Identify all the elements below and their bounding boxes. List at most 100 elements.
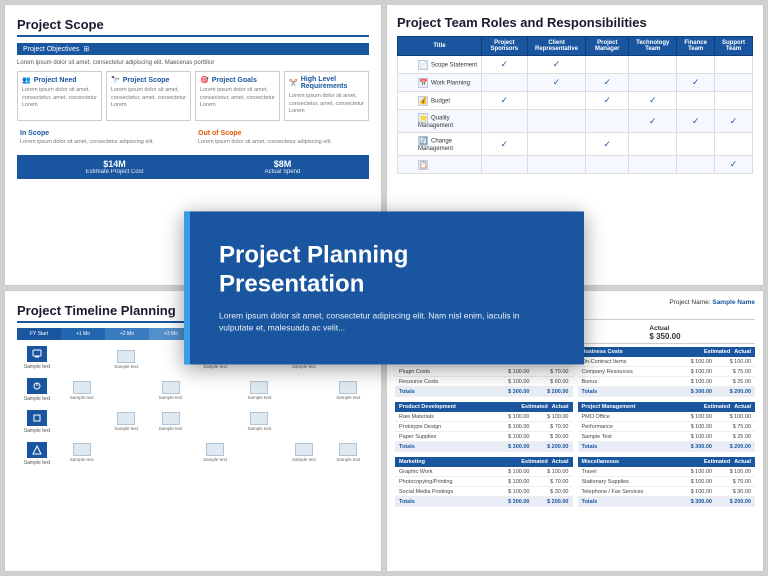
tl-icon-3	[27, 410, 47, 426]
budget-row-2-3: Totals$ 300.00$ 200.00	[395, 442, 573, 452]
tl-cell-1-0: Sample text	[61, 377, 102, 405]
col-tech-team: Technology Team	[629, 37, 677, 56]
tl-cell-0-1: Sample text	[105, 346, 146, 374]
budget-row-2-1: Prototype Design$ 100.00$ 70.00	[395, 422, 573, 432]
roles-cell-2-4	[677, 92, 715, 110]
budget-row-4-1: Photocopying/Printing$ 100.00$ 70.00	[395, 477, 573, 487]
roles-cell-4-3	[629, 133, 677, 156]
tl-cell-1-5	[283, 377, 324, 405]
roles-row-title-1: 📅Work Planning	[398, 74, 482, 92]
roles-cell-1-4: ✓	[677, 74, 715, 92]
roles-cell-5-2	[586, 156, 629, 174]
tl-cell-2-2: Sample text	[150, 408, 191, 436]
budget-section-5: MiscellaneousEstimatedActualTravel$ 100.…	[578, 457, 756, 507]
roles-row-title-3: ⭐Quality Management	[398, 110, 482, 133]
slide1-description: Lorem ipsum dolor sit amet, consectetur …	[17, 60, 369, 66]
roles-cell-0-5	[714, 56, 752, 74]
budget-row-1-2: Bonus$ 100.00$ 25.00	[578, 377, 756, 387]
scope-box-requirements: ✂️ High Level Requirements Lorem ipsum d…	[284, 71, 369, 121]
overlay-title: Project Planning Presentation	[219, 241, 549, 299]
col-title: Title	[398, 37, 482, 56]
goals-icon: 🎯	[200, 76, 209, 84]
tl-cell-1-2: Sample text	[150, 377, 191, 405]
roles-cell-4-2: ✓	[586, 133, 629, 156]
tl-item-4: Sample text	[17, 442, 57, 466]
tl-icon-4	[27, 442, 47, 458]
roles-cell-5-5: ✓	[714, 156, 752, 174]
roles-row-title-4: 🔄Change Management	[398, 133, 482, 156]
budget-row-1-3: Totals$ 300.00$ 200.00	[578, 387, 756, 397]
tl-icon-2	[27, 378, 47, 394]
budget-row-4-3: Totals$ 300.00$ 200.00	[395, 497, 573, 507]
roles-cell-2-3: ✓	[629, 92, 677, 110]
tl-cell-3-0: Sample text	[61, 438, 102, 466]
tl-cell-3-3: Sample text	[194, 438, 235, 466]
roles-cell-1-1: ✓	[527, 74, 586, 92]
actual-spend: $8M Actual Spend	[265, 159, 301, 175]
budget-row-5-1: Stationary Supplies$ 100.00$ 70.00	[578, 477, 756, 487]
budget-section-2: Product DevelopmentEstimatedActualRaw Ma…	[395, 402, 573, 452]
roles-cell-1-2: ✓	[586, 74, 629, 92]
slide1-tab-bar: Project Objectives ⊞	[17, 43, 369, 55]
tl-cell-2-6	[328, 408, 369, 436]
tl-cell-2-3	[194, 408, 235, 436]
tl-icon-1	[27, 346, 47, 362]
col-project-mgr: Project Manager	[586, 37, 629, 56]
budget-row-2-2: Paper Supplies$ 100.00$ 30.00	[395, 432, 573, 442]
tl-cell-2-0	[61, 408, 102, 436]
roles-cell-3-2	[586, 110, 629, 133]
tl-cell-1-1	[105, 377, 146, 405]
roles-cell-2-0: ✓	[481, 92, 527, 110]
phase-2: +2 Mo	[105, 328, 149, 340]
tl-cell-2-1: Sample text	[105, 408, 146, 436]
tl-cell-3-5: Sample text	[283, 438, 324, 466]
budget-row-2-0: Raw Materials$ 100.00$ 100.00	[395, 412, 573, 422]
roles-cell-4-0: ✓	[481, 133, 527, 156]
budget-section-header-3: Project ManagementEstimatedActual	[578, 402, 756, 412]
col-sponsors: Project Sponsors	[481, 37, 527, 56]
roles-cell-5-4	[677, 156, 715, 174]
budget-row-3-1: Performance$ 100.00$ 75.00	[578, 422, 756, 432]
roles-cell-0-1: ✓	[527, 56, 586, 74]
budget-row-1-1: Company Resources$ 100.00$ 75.00	[578, 367, 756, 377]
roles-cell-3-1	[527, 110, 586, 133]
overlay-left-bar	[184, 211, 190, 364]
tl-cell-3-4	[239, 438, 280, 466]
budget-row-4-0: Graphic Work$ 100.00$ 100.00	[395, 467, 573, 477]
cost-bar: $14M Estimate Project Cost $8M Actual Sp…	[17, 155, 369, 179]
budget-section-header-2: Product DevelopmentEstimatedActual	[395, 402, 573, 412]
scope-boxes-row: 👥 Project Need Lorem ipsum dolor sit ame…	[17, 71, 369, 121]
roles-cell-5-1	[527, 156, 586, 174]
need-icon: 👥	[22, 76, 31, 84]
tl-cell-3-6: Sample text	[328, 438, 369, 466]
tl-cell-1-4: Sample text	[239, 377, 280, 405]
tl-item-1: Sample text	[17, 346, 57, 370]
tl-cell-2-5	[283, 408, 324, 436]
actual-header: Actual $ 350.00	[649, 325, 680, 341]
tl-cell-1-6: Sample text	[328, 377, 369, 405]
budget-section-header-4: MarketingEstimatedActual	[395, 457, 573, 467]
col-support: Support Team	[714, 37, 752, 56]
tab-icon: ⊞	[83, 45, 89, 53]
roles-cell-5-0	[481, 156, 527, 174]
overlay-description: Lorem ipsum dolor sit amet, consectetur …	[219, 309, 549, 335]
in-scope: In Scope Lorem ipsum dolor sit amet, con…	[17, 127, 191, 150]
budget-row-3-0: PMO Office$ 100.00$ 100.00	[578, 412, 756, 422]
budget-row-4-2: Social Media Postings$ 100.00$ 30.00	[395, 487, 573, 497]
roles-cell-0-3	[629, 56, 677, 74]
budget-row-5-3: Totals$ 300.00$ 200.00	[578, 497, 756, 507]
roles-cell-4-1	[527, 133, 586, 156]
roles-cell-3-0	[481, 110, 527, 133]
roles-cell-4-5	[714, 133, 752, 156]
budget-row-0-1: Plugin Costs$ 100.00$ 70.00	[395, 367, 573, 377]
scope-icon: 🔭	[111, 76, 120, 84]
roles-row-title-5: 📋	[398, 156, 482, 174]
scope-box-scope: 🔭 Project Scope Lorem ipsum dolor sit am…	[106, 71, 191, 121]
roles-row-title-2: 💰Budget	[398, 92, 482, 110]
budget-row-3-2: Sample Text$ 100.00$ 25.00	[578, 432, 756, 442]
col-client-rep: Client Representative	[527, 37, 586, 56]
budget-grid: Website DevelopmentEstimatedActualServer…	[395, 347, 755, 507]
roles-cell-1-5	[714, 74, 752, 92]
budget-section-header-1: Business CostsEstimatedActual	[578, 347, 756, 357]
roles-cell-1-3	[629, 74, 677, 92]
